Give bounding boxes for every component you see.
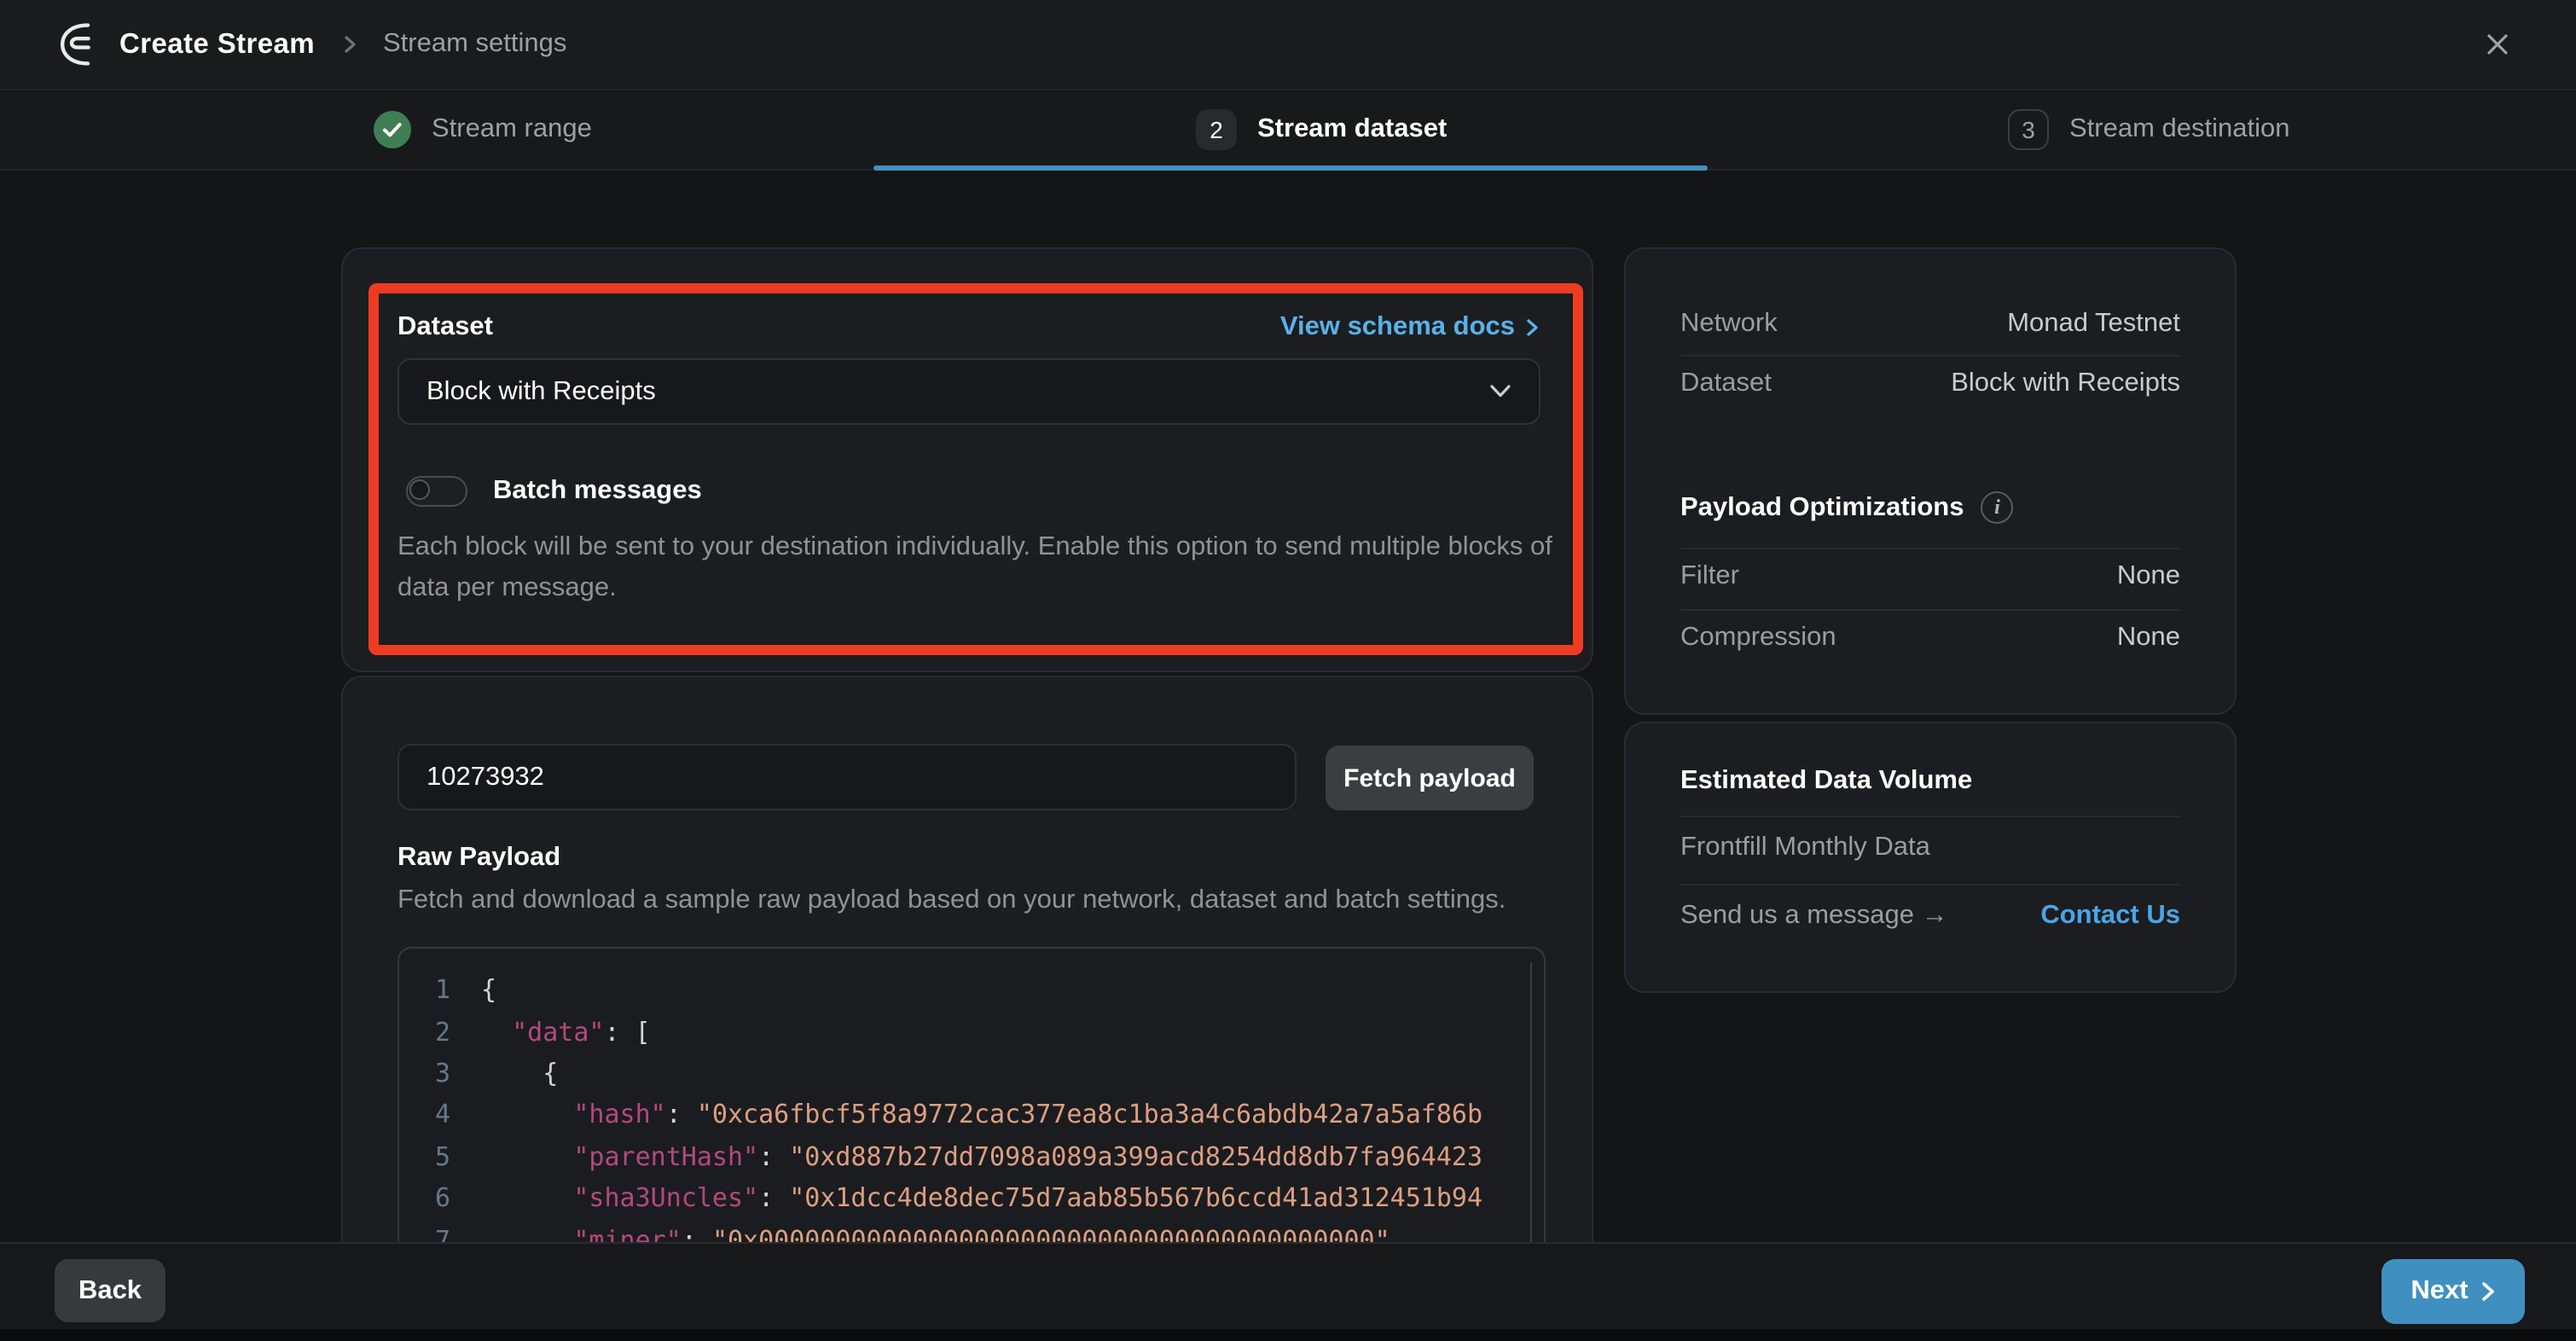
code-line: 2 "data": [ bbox=[399, 1011, 1544, 1053]
dataset-label: Dataset bbox=[1680, 369, 1772, 399]
close-icon[interactable] bbox=[2474, 20, 2521, 68]
batch-messages-label: Batch messages bbox=[493, 476, 702, 507]
tab-label: Stream range bbox=[432, 114, 592, 145]
data-volume-card: Estimated Data Volume Frontfill Monthly … bbox=[1624, 722, 2237, 993]
tab-label: Stream destination bbox=[2069, 114, 2290, 145]
dataset-dropdown-value: Block with Receipts bbox=[426, 376, 1489, 407]
footer-bar: Back Next bbox=[0, 1242, 2576, 1341]
line-number: 1 bbox=[399, 974, 450, 1005]
dataset-dropdown[interactable]: Block with Receipts bbox=[397, 358, 1540, 425]
create-stream-modal: Create Stream Stream settings Stream ran… bbox=[0, 0, 2576, 1341]
compression-row: Compression None bbox=[1680, 623, 2180, 653]
raw-payload-heading: Raw Payload bbox=[397, 843, 560, 874]
payload-optimizations-header: Payload Optimizations i bbox=[1680, 491, 2180, 524]
line-number: 2 bbox=[399, 1016, 450, 1047]
code-line: 3 { bbox=[399, 1053, 1544, 1094]
dataset-label: Dataset bbox=[397, 312, 493, 343]
estimated-data-volume-heading: Estimated Data Volume bbox=[1680, 766, 1972, 797]
contact-us-link[interactable]: Contact Us bbox=[2040, 901, 2180, 932]
stream-logo-icon bbox=[55, 20, 102, 68]
network-row: Network Monad Testnet bbox=[1680, 309, 2180, 340]
tab-label: Stream dataset bbox=[1257, 114, 1447, 145]
schema-link-label: View schema docs bbox=[1280, 312, 1515, 343]
toggle-knob bbox=[409, 479, 430, 500]
view-schema-docs-link[interactable]: View schema docs bbox=[1280, 312, 1540, 343]
breadcrumb: Stream settings bbox=[383, 29, 566, 60]
divider bbox=[1680, 816, 2180, 817]
chevron-down-icon bbox=[1489, 384, 1511, 399]
line-number: 6 bbox=[399, 1182, 450, 1213]
tab-stream-dataset[interactable]: 2 Stream dataset bbox=[1196, 90, 1447, 169]
contact-row: Send us a message → Contact Us bbox=[1680, 901, 2180, 932]
send-message-label: Send us a message → bbox=[1680, 901, 1948, 932]
dataset-row: Dataset Block with Receipts bbox=[1680, 369, 2180, 399]
network-value: Monad Testnet bbox=[2007, 309, 2180, 340]
compression-value: None bbox=[2117, 623, 2180, 653]
divider bbox=[1680, 884, 2180, 885]
line-number: 3 bbox=[399, 1058, 450, 1088]
code-line: 6 "sha3Uncles": "0x1dcc4de8dec75d7aab85b… bbox=[399, 1177, 1544, 1219]
dataset-card-header: Dataset View schema docs bbox=[397, 312, 1540, 343]
batch-messages-row: Batch messages bbox=[406, 476, 702, 507]
line-number: 4 bbox=[399, 1100, 450, 1130]
frontfill-row: Frontfill Monthly Data bbox=[1680, 833, 2180, 863]
code-line: 5 "parentHash": "0xd887b27dd7098a089a399… bbox=[399, 1135, 1544, 1177]
divider bbox=[1680, 548, 2180, 549]
info-icon[interactable]: i bbox=[1981, 491, 2013, 524]
next-label: Next bbox=[2411, 1276, 2468, 1307]
back-button[interactable]: Back bbox=[55, 1259, 165, 1322]
step-number-badge: 3 bbox=[2008, 109, 2049, 150]
filter-label: Filter bbox=[1680, 561, 1739, 592]
next-button[interactable]: Next bbox=[2382, 1259, 2525, 1324]
batch-messages-description: Each block will be sent to your destinat… bbox=[397, 527, 1585, 609]
volume-header: Estimated Data Volume bbox=[1680, 766, 2180, 797]
line-number: 5 bbox=[399, 1141, 450, 1172]
tab-stream-range[interactable]: Stream range bbox=[374, 90, 592, 169]
chevron-right-icon bbox=[1523, 317, 1540, 338]
active-tab-underline bbox=[873, 165, 1708, 171]
window-bottom-strip bbox=[0, 1329, 2576, 1341]
dataset-value: Block with Receipts bbox=[1951, 369, 2180, 399]
tab-stream-destination[interactable]: 3 Stream destination bbox=[2008, 90, 2290, 169]
network-label: Network bbox=[1680, 309, 1778, 340]
divider bbox=[1680, 355, 2180, 357]
chevron-right-icon bbox=[2480, 1281, 2496, 1302]
batch-messages-toggle[interactable] bbox=[406, 476, 467, 507]
fetch-payload-button[interactable]: Fetch payload bbox=[1326, 746, 1534, 810]
payload-optimizations-heading: Payload Optimizations bbox=[1680, 492, 1964, 523]
frontfill-label: Frontfill Monthly Data bbox=[1680, 833, 1930, 863]
breadcrumb-chevron-icon bbox=[339, 34, 359, 55]
step-number-badge: 2 bbox=[1196, 109, 1237, 150]
block-number-input[interactable] bbox=[397, 744, 1297, 810]
page-title: Create Stream bbox=[119, 28, 315, 61]
stream-summary-card: Network Monad Testnet Dataset Block with… bbox=[1624, 247, 2237, 715]
code-line: 1 { bbox=[399, 969, 1544, 1011]
divider bbox=[1680, 609, 2180, 611]
compression-label: Compression bbox=[1680, 623, 1836, 653]
raw-payload-description: Fetch and download a sample raw payload … bbox=[397, 885, 1506, 916]
header: Create Stream Stream settings bbox=[0, 0, 2576, 90]
filter-row: Filter None bbox=[1680, 561, 2180, 592]
step-tabs: Stream range 2 Stream dataset 3 Stream d… bbox=[0, 90, 2576, 171]
check-circle-icon bbox=[374, 111, 411, 148]
code-line: 4 "hash": "0xca6fbcf5f8a9772cac377ea8c1b… bbox=[399, 1094, 1544, 1135]
filter-value: None bbox=[2117, 561, 2180, 592]
